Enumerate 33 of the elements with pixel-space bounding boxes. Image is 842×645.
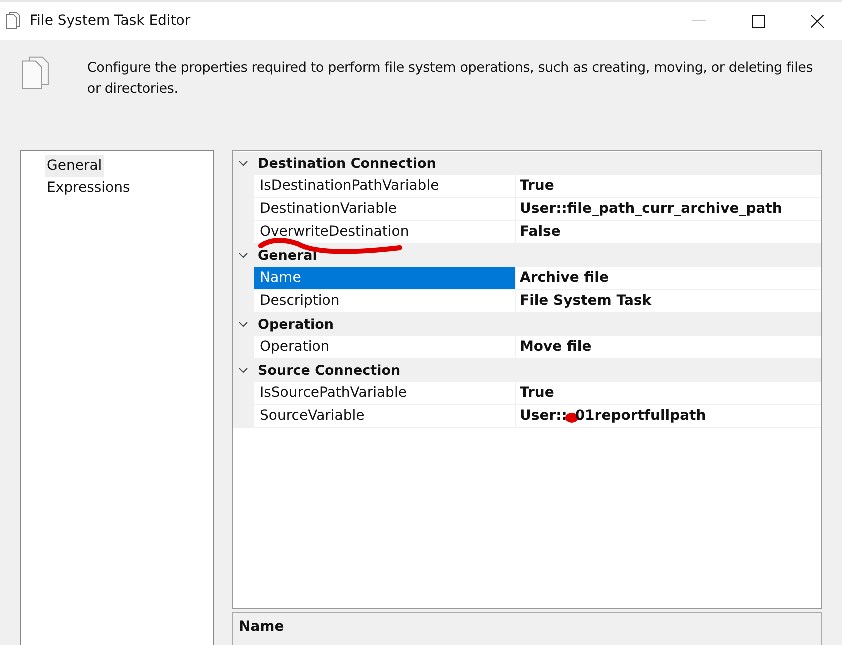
property-value: False — [519, 223, 562, 242]
description-title: Name — [239, 619, 284, 635]
property-name[interactable]: Name — [254, 267, 516, 289]
property-name[interactable]: SourceVariable — [254, 405, 516, 427]
property-name[interactable]: OverwriteDestination — [254, 221, 516, 243]
category-name: Source Connection — [258, 362, 401, 378]
property-value: True — [519, 384, 556, 403]
property-name[interactable]: Operation — [254, 336, 516, 358]
maximize-icon[interactable] — [752, 14, 765, 28]
category-name: Operation — [258, 316, 334, 332]
documents-icon — [22, 56, 50, 90]
document-icon — [6, 12, 22, 30]
property-value: Archive file — [519, 269, 610, 288]
category-name: General — [258, 248, 318, 264]
property-value: User:: 01reportfullpath — [519, 407, 708, 426]
property-value: Move file — [519, 338, 593, 357]
property-value: True — [519, 177, 556, 196]
window-title: File System Task Editor — [30, 13, 191, 29]
chevron-icon[interactable] — [239, 160, 248, 166]
description-text: Configure the properties required to perform file system operations, such as creating, moving, or deleting files or directories. — [87, 59, 814, 99]
property-name[interactable]: IsSourcePathVariable — [254, 382, 516, 404]
category-name: Destination Connection — [258, 156, 436, 172]
property-name[interactable]: Description — [254, 290, 516, 312]
property-name[interactable]: DestinationVariable — [254, 198, 516, 220]
sidebar-item[interactable]: General — [45, 155, 104, 177]
property-value: File System Task — [519, 292, 653, 311]
chevron-icon[interactable] — [239, 252, 248, 258]
sidebar-item[interactable]: Expressions — [45, 177, 132, 199]
property-name[interactable]: IsDestinationPathVariable — [254, 175, 516, 197]
chevron-icon[interactable] — [239, 368, 248, 374]
close-icon[interactable] — [811, 14, 824, 28]
chevron-icon[interactable] — [239, 322, 248, 328]
property-value: User::file_path_curr_archive_path — [519, 200, 784, 219]
